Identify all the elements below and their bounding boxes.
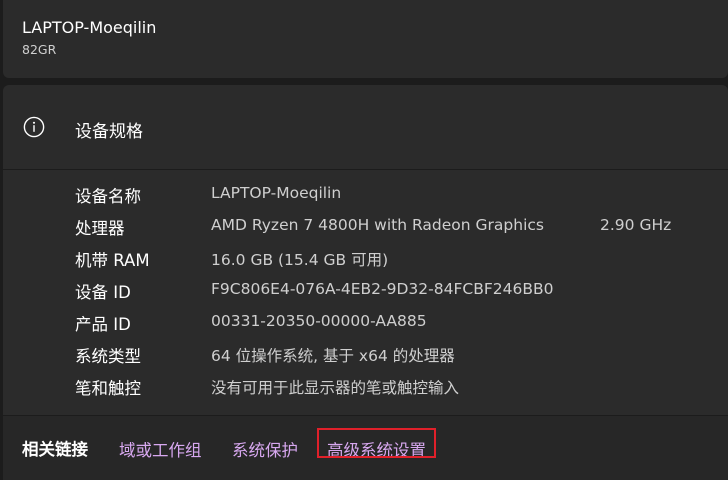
spec-row-device-id: 设备 ID F9C806E4-076A-4EB2-9D32-84FCBF246B…	[3, 274, 728, 306]
device-specifications-card: 设备规格 设备名称 LAPTOP-Moeqilin 处理器 AMD Ryzen …	[3, 85, 728, 480]
spec-row-product-id: 产品 ID 00331-20350-00000-AA885	[3, 306, 728, 338]
device-specifications-header[interactable]: 设备规格	[3, 85, 728, 169]
section-divider	[3, 169, 728, 170]
spec-value: AMD Ryzen 7 4800H with Radeon Graphics	[211, 216, 544, 234]
info-icon	[23, 116, 45, 138]
processor-speed: 2.90 GHz	[600, 216, 672, 234]
related-links-title: 相关链接	[22, 440, 88, 459]
spec-label: 处理器	[75, 219, 125, 238]
device-specifications-title: 设备规格	[75, 122, 143, 142]
device-model: 82GR	[22, 42, 57, 57]
spec-row-system-type: 系统类型 64 位操作系统, 基于 x64 的处理器	[3, 338, 728, 370]
link-advanced-system-settings[interactable]: 高级系统设置	[327, 437, 426, 461]
spec-label: 设备 ID	[75, 283, 131, 302]
related-links-bar: 相关链接 域或工作组 系统保护 高级系统设置	[3, 416, 728, 480]
spec-value: 16.0 GB (15.4 GB 可用)	[211, 251, 389, 269]
spec-label: 设备名称	[75, 187, 141, 206]
device-name: LAPTOP-Moeqilin	[22, 18, 157, 37]
spec-value: LAPTOP-Moeqilin	[211, 184, 342, 202]
link-domain-or-workgroup[interactable]: 域或工作组	[119, 437, 202, 461]
device-name-card: LAPTOP-Moeqilin 82GR	[3, 0, 728, 78]
spec-value: 64 位操作系统, 基于 x64 的处理器	[211, 347, 455, 365]
spec-label: 笔和触控	[75, 379, 141, 398]
spec-row-processor: 处理器 AMD Ryzen 7 4800H with Radeon Graphi…	[3, 210, 728, 242]
spec-row-pen-touch: 笔和触控 没有可用于此显示器的笔或触控输入	[3, 370, 728, 402]
spec-row-ram: 机带 RAM 16.0 GB (15.4 GB 可用)	[3, 242, 728, 274]
spec-row-device-name: 设备名称 LAPTOP-Moeqilin	[3, 178, 728, 210]
settings-about-page: LAPTOP-Moeqilin 82GR 设备规格 设备名称 LAPTOP-Mo…	[0, 0, 728, 480]
spec-value: 00331-20350-00000-AA885	[211, 312, 427, 330]
link-system-protection[interactable]: 系统保护	[232, 437, 298, 461]
spec-value: 没有可用于此显示器的笔或触控输入	[211, 379, 460, 397]
spec-label: 机带 RAM	[75, 251, 150, 270]
spec-label: 系统类型	[75, 347, 141, 366]
spec-label: 产品 ID	[75, 315, 131, 334]
spec-value: F9C806E4-076A-4EB2-9D32-84FCBF246BB0	[211, 280, 554, 298]
